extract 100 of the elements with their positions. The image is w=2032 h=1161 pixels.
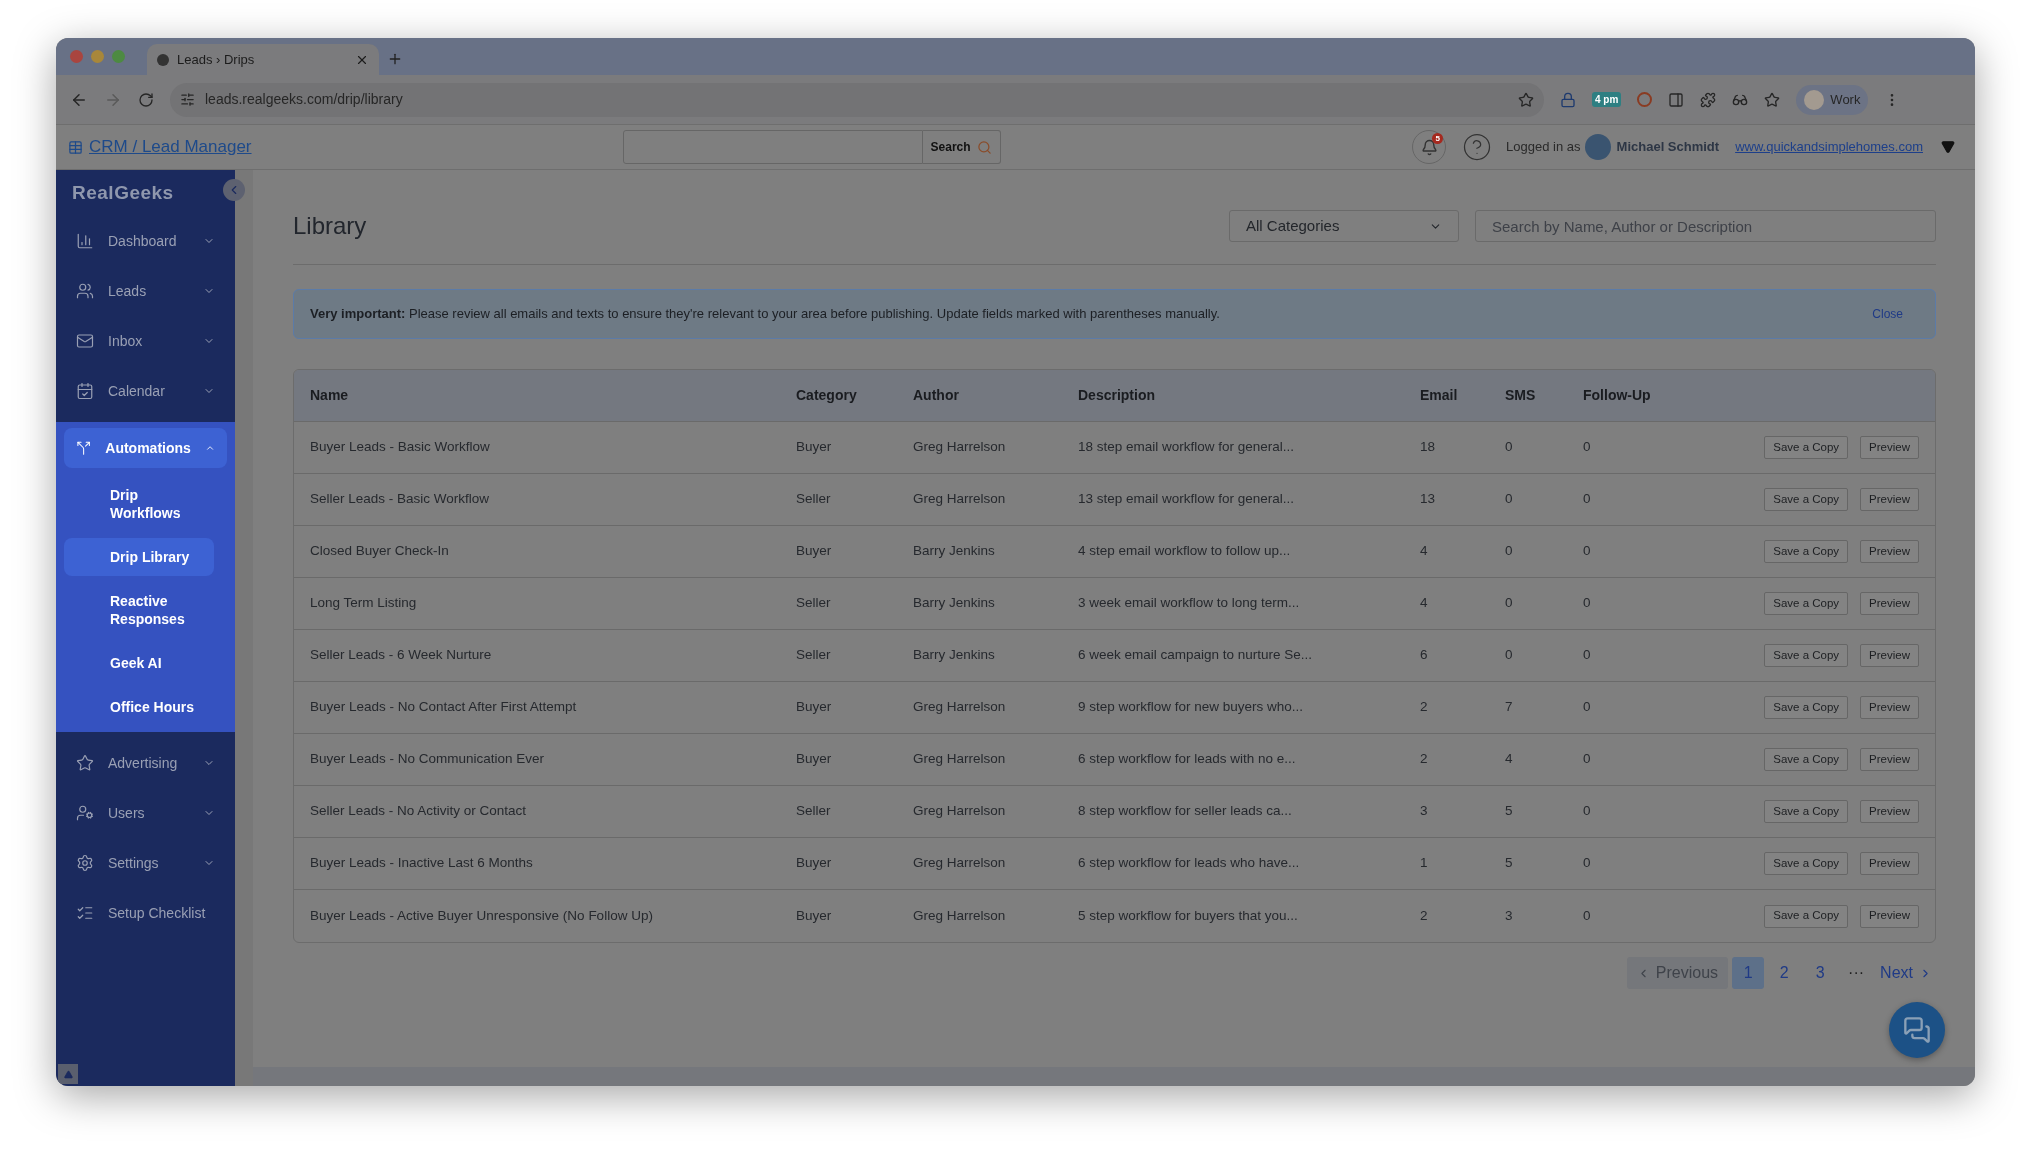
site-link[interactable]: www.quickandsimplehomes.com [1735, 137, 1923, 157]
submenu-item[interactable]: Reactive Responses [64, 582, 214, 638]
save-copy-button[interactable]: Save a Copy [1764, 852, 1849, 875]
sidebar-item[interactable]: Dashboard [64, 221, 227, 261]
lock-extension-icon[interactable] [1560, 91, 1576, 108]
sidebar-item[interactable]: Advertising [64, 743, 227, 783]
save-copy-button[interactable]: Save a Copy [1764, 748, 1849, 771]
category-dropdown[interactable]: All Categories [1229, 210, 1459, 242]
table-cell-text: Seller Leads - No Activity or Contact [310, 802, 528, 821]
scroll-up-button[interactable] [58, 1064, 78, 1084]
help-icon[interactable] [1462, 132, 1493, 162]
table-cell-text: 4 [1505, 750, 1514, 769]
search-field[interactable] [622, 130, 923, 164]
avatar-icon [1584, 134, 1611, 160]
table-cell-text: 0 [1583, 438, 1592, 457]
site-settings-icon[interactable] [180, 92, 195, 107]
preview-button[interactable]: Preview [1860, 748, 1919, 771]
table-cell-text: 0 [1583, 906, 1592, 925]
reload-icon[interactable] [138, 91, 154, 108]
notice-text: Very important: Please review all emails and texts to ensure they're relevant to your area before publishing. Update fields marked with parentheses manually. [310, 305, 1221, 324]
table-cell-text: 0 [1583, 646, 1592, 665]
table-cell-text: 1 [1420, 854, 1429, 873]
table-cell-text: 3 [1505, 906, 1514, 925]
save-copy-button[interactable]: Save a Copy [1764, 436, 1849, 459]
preview-button[interactable]: Preview [1860, 592, 1919, 615]
column-header: Follow-Up [1583, 386, 1652, 405]
table-cell-text: 4 step email workflow to follow up... [1078, 542, 1292, 561]
table-cell-text: Greg Harrelson [913, 906, 1007, 925]
search-button[interactable]: Search [922, 130, 1001, 164]
favicon-icon [157, 53, 169, 66]
table-cell-text: 18 [1420, 438, 1437, 457]
sidebar-item[interactable]: Users [64, 793, 227, 833]
table-cell-text: Greg Harrelson [913, 802, 1007, 821]
extensions-icon[interactable] [1700, 91, 1717, 108]
save-copy-button[interactable]: Save a Copy [1764, 592, 1849, 615]
bookmark-star-icon[interactable] [1518, 91, 1534, 108]
page-button[interactable]: 3 [1804, 957, 1837, 989]
profile-button[interactable]: Work [1796, 84, 1869, 115]
search-field[interactable]: Search by Name, Author or Description [1475, 210, 1936, 242]
table-cell-text: 0 [1583, 698, 1592, 717]
close-link[interactable]: Close [1872, 305, 1903, 323]
chat-button[interactable] [1889, 1002, 1945, 1058]
save-copy-button[interactable]: Save a Copy [1764, 644, 1849, 667]
table-cell-text: 0 [1505, 490, 1514, 509]
preview-button[interactable]: Preview [1860, 852, 1919, 875]
side-panel-icon[interactable] [1668, 91, 1685, 108]
table-cell-text: 0 [1583, 802, 1592, 821]
table-cell-text: Seller Leads - Basic Workflow [310, 490, 491, 509]
new-tab-icon[interactable] [387, 51, 403, 67]
address-field[interactable]: leads.realgeeks.com/drip/library [170, 82, 1544, 117]
save-copy-button[interactable]: Save a Copy [1764, 696, 1849, 719]
page-button[interactable]: 2 [1768, 957, 1801, 989]
table-cell-text: Greg Harrelson [913, 490, 1007, 509]
preview-button[interactable]: Preview [1860, 644, 1919, 667]
browser-tab[interactable]: Leads › Drips [147, 44, 379, 75]
table-cell-text: 0 [1583, 854, 1592, 873]
table-cell-text: Buyer Leads - Active Buyer Unresponsive (No Follow Up) [310, 906, 654, 925]
table-cell-text: 2 [1420, 698, 1429, 717]
crm-link[interactable]: CRM / Lead Manager [89, 134, 252, 160]
table-cell-text: 0 [1505, 438, 1514, 457]
table-cell-text: Seller [796, 594, 832, 613]
collapse-sidebar-button[interactable] [223, 179, 245, 201]
save-copy-button[interactable]: Save a Copy [1764, 540, 1849, 563]
table-cell-text: 5 [1505, 854, 1514, 873]
sidebar-item[interactable]: Calendar [64, 371, 227, 411]
table-cell-text: 3 week email workflow to long term... [1078, 594, 1301, 613]
sidebar-item[interactable]: Inbox [64, 321, 227, 361]
save-copy-button[interactable]: Save a Copy [1764, 800, 1849, 823]
dropdown-caret-icon[interactable] [1941, 140, 1955, 154]
next-button[interactable]: Next [1876, 957, 1936, 989]
sidebar-item[interactable]: Automations [64, 428, 227, 468]
sidebar-item[interactable]: Setup Checklist [64, 893, 227, 933]
extension-icon[interactable] [1637, 92, 1653, 107]
submenu-item[interactable]: Drip Library [64, 538, 214, 576]
sidebar-item[interactable]: Leads [64, 271, 227, 311]
preview-button[interactable]: Preview [1860, 904, 1919, 928]
table-cell-text: 9 step workflow for new buyers who... [1078, 698, 1305, 717]
preview-button[interactable]: Preview [1860, 800, 1919, 823]
submenu-item[interactable]: Drip Workflows [64, 476, 214, 532]
extension-badge[interactable]: 4 pm [1592, 92, 1622, 107]
table-cell-text: Buyer Leads - Basic Workflow [310, 438, 491, 457]
preview-button[interactable]: Preview [1860, 696, 1919, 719]
preview-button[interactable]: Preview [1860, 540, 1919, 563]
table-cell-text: 0 [1583, 594, 1592, 613]
save-copy-button[interactable]: Save a Copy [1764, 904, 1849, 928]
submenu-item[interactable]: Office Hours [64, 688, 214, 726]
sidebar-item[interactable]: Settings [64, 843, 227, 883]
column-header: Category [796, 386, 858, 405]
table-cell-text: Buyer Leads - No Communication Ever [310, 750, 546, 769]
save-copy-button[interactable]: Save a Copy [1764, 488, 1849, 511]
table-cell-text: 5 [1505, 802, 1514, 821]
table-cell-text: 0 [1583, 750, 1592, 769]
preview-button[interactable]: Preview [1860, 436, 1919, 459]
search-icon [976, 139, 992, 155]
table-cell-text: Closed Buyer Check-In [310, 542, 450, 561]
bookmarks-icon[interactable] [1764, 91, 1781, 108]
table-cell-text: 2 [1420, 906, 1429, 925]
preview-button[interactable]: Preview [1860, 488, 1919, 511]
column-header: Author [913, 386, 960, 405]
submenu-item[interactable]: Geek AI [64, 644, 214, 682]
